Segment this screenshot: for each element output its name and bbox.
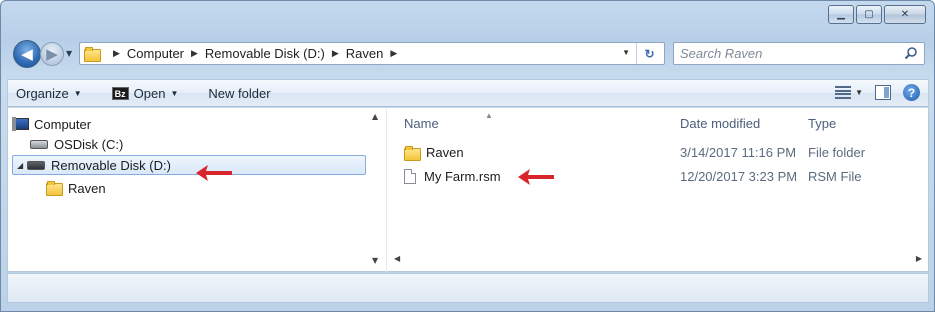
- view-list-icon: [835, 86, 852, 99]
- file-date-modified: 12/20/2017 3:23 PM: [680, 169, 798, 184]
- refresh-button[interactable]: ↻: [636, 43, 662, 64]
- file-type: RSM File: [808, 169, 862, 184]
- change-view-button[interactable]: ▼: [835, 86, 863, 99]
- chevron-right-icon[interactable]: ▶: [390, 48, 397, 59]
- column-header-date-modified[interactable]: Date modified: [680, 116, 760, 131]
- column-header-type[interactable]: Type: [808, 116, 836, 131]
- chevron-down-icon: ▼: [170, 88, 179, 98]
- caption-buttons: ▁ ▢ ✕: [828, 5, 926, 24]
- open-label: Open: [133, 85, 166, 101]
- address-bar[interactable]: ▶ Computer ▶ Removable Disk (D:) ▶ Raven…: [79, 42, 665, 65]
- address-row: ◀ ▶ ▼ ▶ Computer ▶ Removable Disk (D:) ▶…: [13, 39, 925, 69]
- forward-button[interactable]: ▶: [40, 42, 64, 66]
- hard-drive-icon: [30, 139, 48, 149]
- scroll-down-icon[interactable]: ▼: [372, 256, 378, 265]
- file-list: Name ▲ Date modified Type Raven 3/14/201…: [390, 108, 928, 272]
- search-icon[interactable]: [904, 46, 918, 60]
- scroll-left-icon[interactable]: ◀: [394, 254, 400, 263]
- minimize-icon: ▁: [837, 9, 845, 20]
- folder-icon: [46, 181, 63, 196]
- content-area: Computer OSDisk (C:) ◢ Removable Disk (D…: [7, 108, 929, 272]
- tree-item-label: Computer: [34, 116, 92, 132]
- document-icon: [404, 169, 416, 184]
- chevron-down-icon: ▼: [73, 88, 82, 98]
- new-folder-button[interactable]: New folder: [208, 86, 270, 101]
- search-input[interactable]: Search Raven: [673, 42, 925, 65]
- organize-button[interactable]: Organize ▼: [16, 86, 82, 101]
- refresh-icon: ↻: [644, 46, 655, 61]
- command-bar: Organize ▼ Bz Open ▼ New folder ▼ ?: [7, 79, 929, 107]
- file-date-modified: 3/14/2017 11:16 PM: [680, 145, 797, 160]
- chevron-right-icon[interactable]: ▶: [332, 48, 339, 59]
- chevron-right-icon[interactable]: ▶: [191, 48, 198, 59]
- address-dropdown-icon[interactable]: ▼: [622, 48, 630, 57]
- file-row[interactable]: Raven 3/14/2017 11:16 PM File folder: [390, 143, 928, 163]
- breadcrumb-computer[interactable]: Computer: [127, 46, 184, 61]
- recent-pages-dropdown[interactable]: ▼: [66, 49, 72, 58]
- breadcrumb-removable-disk[interactable]: Removable Disk (D:): [205, 46, 325, 61]
- breadcrumb-raven[interactable]: Raven: [346, 46, 384, 61]
- new-folder-label: New folder: [208, 85, 271, 101]
- explorer-window: ▁ ▢ ✕ ◀ ▶ ▼ ▶ Computer ▶ Removable Disk …: [0, 0, 935, 312]
- tree-item-label: OSDisk (C:): [54, 136, 124, 152]
- maximize-button[interactable]: ▢: [856, 5, 882, 24]
- close-button[interactable]: ✕: [884, 5, 926, 24]
- expand-arrow-icon[interactable]: ◢: [17, 161, 27, 170]
- maximize-icon: ▢: [864, 9, 874, 20]
- folder-icon: [84, 46, 101, 62]
- file-name: Raven: [426, 145, 464, 160]
- help-icon[interactable]: ?: [903, 84, 920, 101]
- tree-item-label: Raven: [68, 180, 106, 196]
- scroll-right-icon[interactable]: ▶: [916, 254, 922, 263]
- file-name-cell: Raven: [404, 145, 464, 161]
- search-placeholder: Search Raven: [680, 46, 763, 61]
- computer-icon: [12, 117, 29, 131]
- back-arrow-icon: ◀: [21, 45, 33, 63]
- column-header-name[interactable]: Name ▲: [404, 111, 493, 131]
- nav-pane-scrollbar[interactable]: ▲ ▼: [370, 108, 384, 272]
- chevron-right-icon[interactable]: ▶: [113, 48, 120, 59]
- preview-pane-icon[interactable]: [875, 85, 891, 100]
- open-app-icon: Bz: [111, 86, 129, 100]
- column-header-label: Date modified: [680, 116, 761, 131]
- chevron-down-icon: ▼: [855, 88, 863, 97]
- annotation-arrow-icon: [518, 169, 554, 185]
- tree-item-raven[interactable]: Raven: [46, 178, 246, 198]
- details-pane: [7, 273, 929, 303]
- tree-item-removable-disk[interactable]: ◢ Removable Disk (D:): [12, 155, 366, 175]
- horizontal-scrollbar[interactable]: ◀ ▶: [390, 252, 928, 268]
- column-header-label: Type: [808, 116, 837, 131]
- close-icon: ✕: [900, 9, 910, 20]
- pane-splitter[interactable]: [386, 108, 387, 272]
- file-name-cell: My Farm.rsm: [404, 169, 501, 184]
- tree-item-label: Removable Disk (D:): [51, 157, 171, 173]
- sort-ascending-icon: ▲: [485, 111, 493, 120]
- forward-arrow-icon: ▶: [46, 45, 58, 63]
- back-button[interactable]: ◀: [13, 40, 41, 68]
- tree-item-osdisk[interactable]: OSDisk (C:): [30, 134, 230, 154]
- removable-drive-icon: [27, 160, 45, 170]
- tree-item-computer[interactable]: Computer: [12, 114, 214, 134]
- file-type: File folder: [808, 145, 866, 160]
- file-name: My Farm.rsm: [424, 169, 501, 184]
- folder-icon: [404, 145, 421, 161]
- navigation-pane[interactable]: Computer OSDisk (C:) ◢ Removable Disk (D…: [8, 108, 390, 272]
- scroll-up-icon[interactable]: ▲: [372, 112, 378, 121]
- open-button[interactable]: Bz Open ▼: [111, 85, 179, 101]
- organize-label: Organize: [16, 85, 69, 101]
- column-header-label: Name: [404, 116, 439, 131]
- minimize-button[interactable]: ▁: [828, 5, 854, 24]
- view-controls: ▼ ?: [835, 84, 920, 101]
- file-row[interactable]: My Farm.rsm 12/20/2017 3:23 PM RSM File: [390, 167, 928, 187]
